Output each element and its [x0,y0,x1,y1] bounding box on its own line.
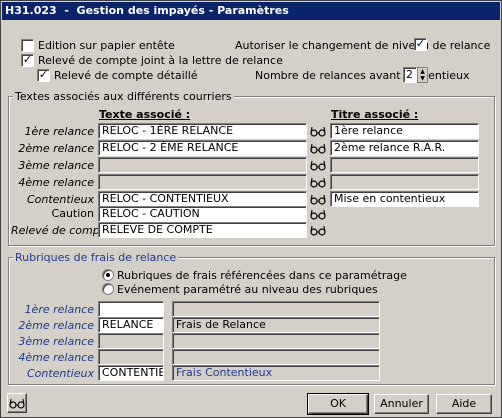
titre-4eme-field[interactable] [330,174,479,190]
lookup-button[interactable] [7,393,27,413]
edition-papier-label: Edition sur papier entête [38,39,175,52]
rub-code-4eme-field[interactable] [98,349,164,365]
parametres-window: H31.023 - Gestion des impayés - Paramètr… [0,0,502,418]
changement-niveau-checkbox[interactable]: ✓ [414,38,427,51]
row-label-contentieux: Contentieux [26,193,94,206]
window-title: H31.023 - Gestion des impayés - Paramètr… [2,2,500,20]
aide-button[interactable]: Aide [436,394,492,414]
glasses-icon[interactable] [310,223,326,237]
rub-code-2eme-field[interactable]: RELANCE [98,317,164,333]
row-label-1ere: 1ère relance [24,125,94,138]
col-texte-header: Texte associé : [99,108,191,121]
rub-label-1ere: 1ère relance [24,303,94,316]
releve-detaille-label: Relevé de compte détaillé [54,69,198,82]
rub-libelle-2eme-field: Frais de Relance [172,317,380,333]
releve-detaille-checkbox[interactable]: ✓ [37,69,50,82]
rub-code-1ere-field[interactable] [98,301,164,317]
radio-rubriques-referencees-label: Rubriques de frais référencées dans ce p… [117,269,407,282]
row-label-releve: Relevé de compte [11,224,111,237]
annuler-button[interactable]: Annuler [374,394,429,414]
texte-2eme-field[interactable]: RELOC - 2 ÈME RELANCE [98,140,307,156]
edition-papier-checkbox[interactable] [21,39,34,52]
rub-libelle-4eme-field [172,349,380,365]
col-titre-header: Titre associé : [331,108,419,121]
textes-group-title: Textes associés aux différents courriers [13,90,234,103]
rub-label-2eme: 2ème relance [18,319,94,332]
nb-relances-label: Nombre de relances avant contentieux [255,69,470,82]
rub-label-contentieux: Contentieux [26,367,94,380]
changement-niveau-label: Autoriser le changement de niveau de rel… [235,39,491,52]
texte-4eme-field[interactable] [98,174,307,190]
rub-libelle-1ere-field [172,301,380,317]
texte-releve-field[interactable]: RELEVE DE COMPTE [98,222,307,238]
rub-label-3eme: 3ème relance [18,335,94,348]
nb-relances-input[interactable]: 2 [403,67,417,83]
releve-joint-checkbox[interactable]: ✓ [21,54,34,67]
releve-joint-label: Relevé de compte joint à la lettre de re… [38,54,283,67]
radio-rubriques-referencees[interactable] [102,269,114,281]
radio-evenement-rubriques[interactable] [102,283,114,295]
nb-relances-spinner[interactable]: ▲ ▼ [417,67,428,83]
texte-1ere-field[interactable]: RELOC - 1ÈRE RELANCE [98,123,307,139]
rub-libelle-3eme-field [172,333,380,349]
texte-contentieux-field[interactable]: RELOC - CONTENTIEUX [98,191,307,207]
texte-caution-field[interactable]: RELOC - CAUTION [98,206,307,222]
glasses-icon [9,398,25,409]
titre-2eme-field[interactable]: 2ème relance R.A.R. [330,140,479,156]
rubriques-group-title: Rubriques de frais de relance [13,251,179,264]
rub-code-contentieux-field[interactable]: CONTENTIEUX [98,365,164,381]
glasses-icon[interactable] [310,192,326,206]
row-label-3eme: 3ème relance [18,159,94,172]
row-label-2eme: 2ème relance [18,142,94,155]
row-label-caution: Caution [51,207,94,220]
titre-1ere-field[interactable]: 1ère relance [330,123,479,139]
titre-contentieux-field[interactable]: Mise en contentieux [330,191,479,207]
rub-label-4eme: 4ème relance [18,351,94,364]
ok-button[interactable]: OK [307,393,369,415]
glasses-icon[interactable] [310,124,326,138]
radio-evenement-rubriques-label: Evénement paramétré au niveau des rubriq… [117,283,378,296]
row-label-4eme: 4ème relance [18,176,94,189]
rub-code-3eme-field[interactable] [98,333,164,349]
rub-libelle-contentieux-field: Frais Contentieux [172,365,380,381]
glasses-icon[interactable] [310,207,326,221]
glasses-icon[interactable] [310,158,326,172]
glasses-icon[interactable] [310,141,326,155]
titre-3eme-field[interactable] [330,157,479,173]
glasses-icon[interactable] [310,175,326,189]
texte-3eme-field[interactable] [98,157,307,173]
